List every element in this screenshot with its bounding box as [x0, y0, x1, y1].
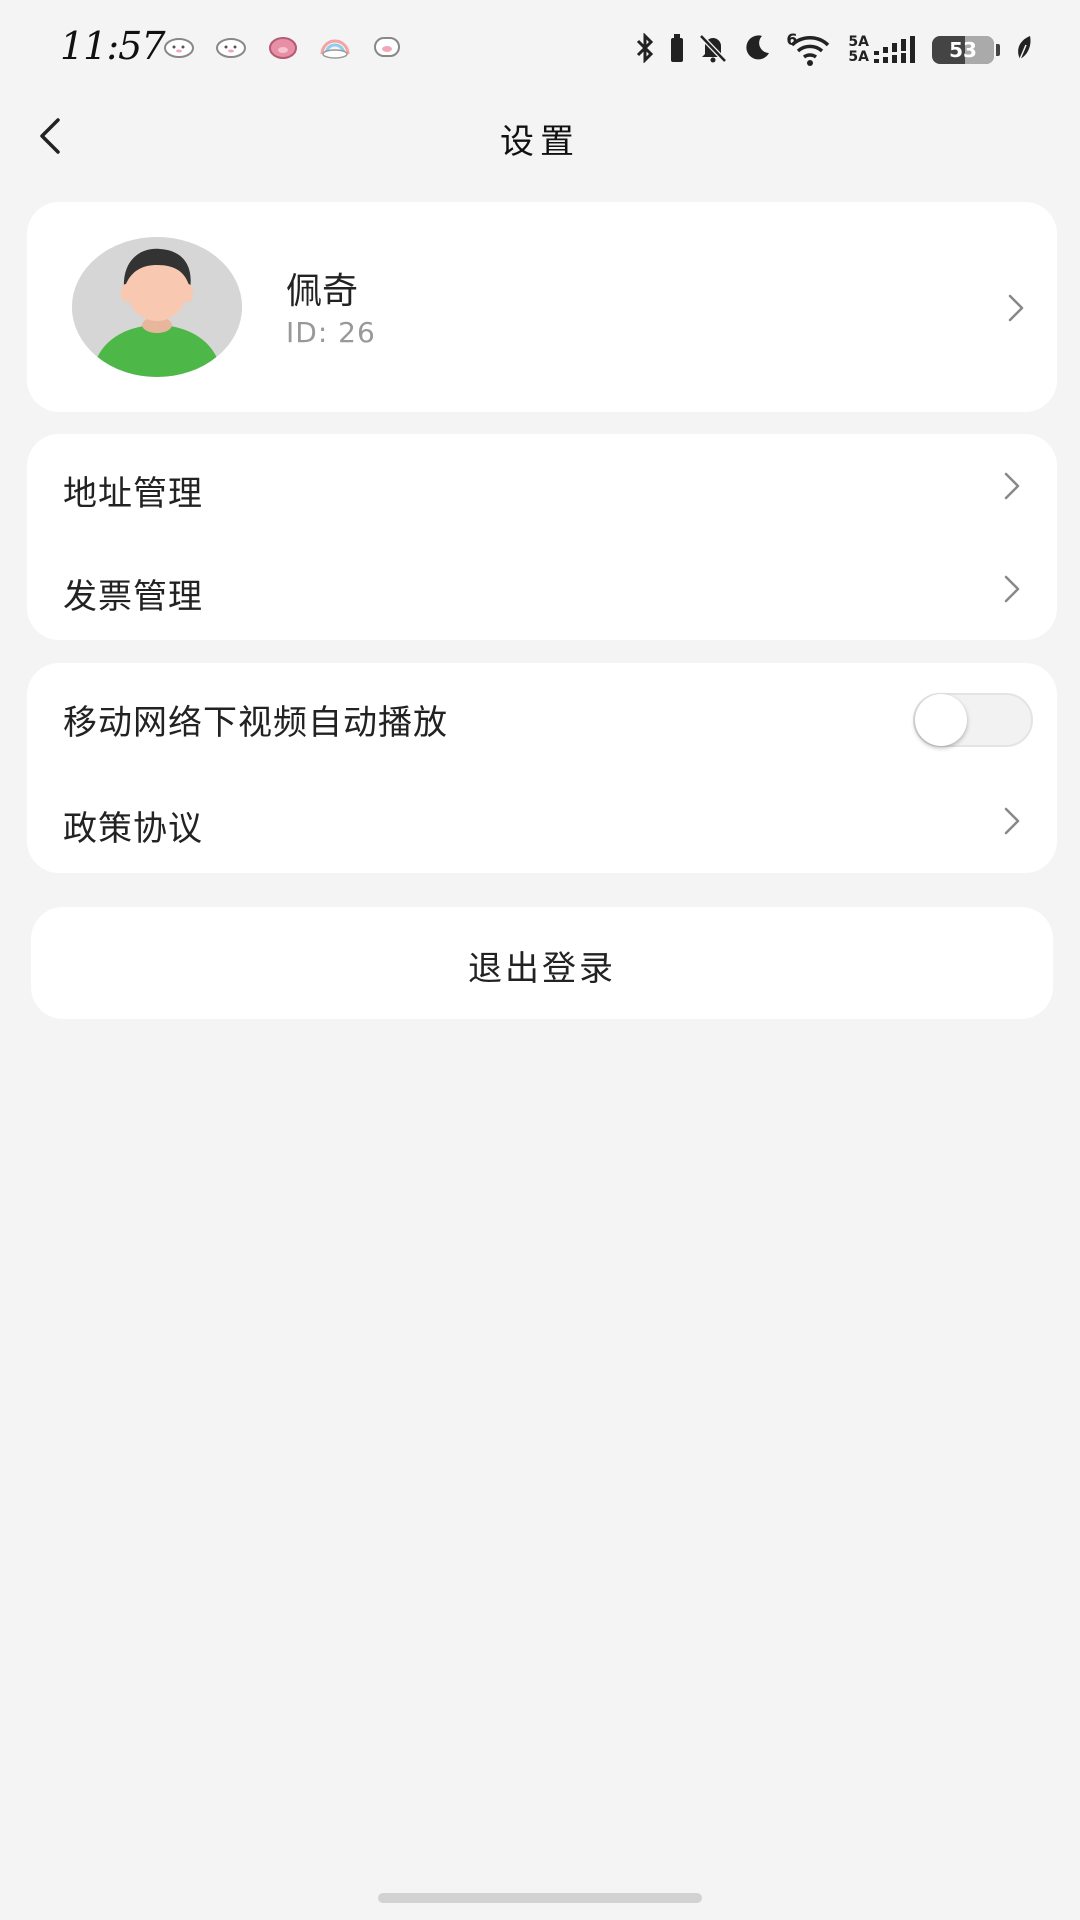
page-title: 设置 [500, 122, 580, 162]
battery-level: 53 [949, 38, 977, 62]
avatar [72, 237, 242, 377]
logout-button[interactable]: 退出登录 [31, 907, 1053, 1019]
battery-saver-icon [670, 33, 684, 67]
toggle-knob [915, 694, 967, 746]
home-indicator[interactable] [378, 1893, 702, 1903]
bluetooth-icon [634, 32, 656, 67]
chevron-right-icon [1001, 805, 1023, 837]
nav-header: 设置 [0, 100, 1080, 172]
face-sticker-icon [371, 34, 403, 60]
chevron-right-icon [1001, 573, 1023, 605]
logout-label: 退出登录 [468, 949, 616, 989]
profile-card[interactable]: 佩奇 ID: 26 [27, 202, 1057, 412]
status-time: 11:57 [60, 24, 166, 68]
cloud-sticker-icon [215, 34, 247, 60]
menu-group-autoplay-policy: 移动网络下视频自动播放 政策协议 [27, 663, 1057, 873]
autoplay-toggle[interactable] [913, 693, 1033, 747]
leaf-icon [1014, 33, 1034, 67]
wifi-icon: 6 [786, 30, 834, 67]
network-5a-bottom: 5A [848, 49, 869, 65]
cloud-sticker-icon [163, 34, 195, 60]
cellular-signal-icon: 5A 5A [848, 35, 918, 65]
moon-icon [742, 33, 772, 67]
user-name: 佩奇 [286, 271, 359, 312]
wifi-6-label: 6 [786, 30, 798, 49]
menu-item-invoice[interactable]: 发票管理 [27, 537, 1057, 641]
status-bar: 11:57 6 5A 5A 53 [0, 0, 1080, 100]
bell-muted-icon [698, 33, 728, 67]
menu-item-autoplay: 移动网络下视频自动播放 [27, 663, 1057, 767]
autoplay-label: 移动网络下视频自动播放 [63, 703, 448, 743]
menu-item-label: 发票管理 [63, 577, 203, 617]
menu-group-address-invoice: 地址管理 发票管理 [27, 434, 1057, 640]
menu-item-address[interactable]: 地址管理 [27, 434, 1057, 538]
user-id: ID: 26 [286, 316, 376, 349]
pig-sticker-icon [267, 34, 299, 60]
menu-item-label: 地址管理 [63, 474, 203, 514]
network-5a-top: 5A [848, 34, 869, 50]
battery-icon: 53 [932, 36, 1000, 64]
system-status-icons: 6 5A 5A 53 [634, 30, 1034, 70]
menu-item-policy[interactable]: 政策协议 [27, 769, 1057, 873]
rainbow-sticker-icon [319, 34, 351, 60]
chevron-right-icon [1001, 470, 1023, 502]
menu-item-label: 政策协议 [63, 809, 203, 849]
notification-icons [163, 34, 403, 60]
chevron-right-icon [1005, 292, 1027, 324]
